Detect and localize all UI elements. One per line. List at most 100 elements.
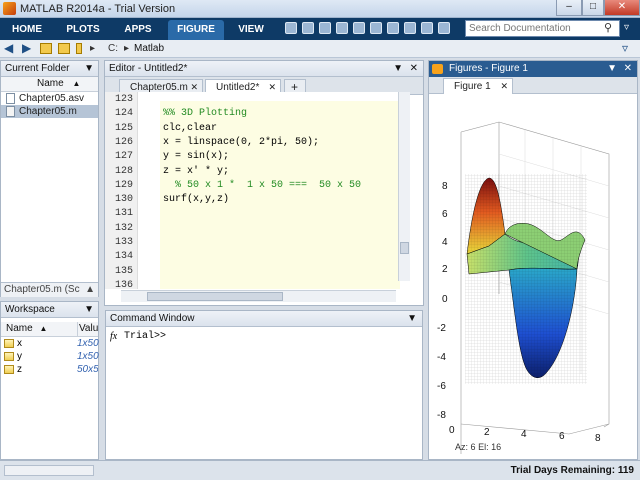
code-line[interactable]: z = x' * y;: [163, 166, 229, 177]
x-tick-label: 6: [559, 431, 565, 442]
panel-menu-icon[interactable]: ▼: [84, 302, 94, 317]
code-line[interactable]: x = linspace(0, 2*pi, 50);: [163, 137, 319, 148]
mfile-icon: [6, 106, 15, 117]
command-window-panel: Command Window ▼ fx Trial>>: [105, 310, 423, 460]
fx-icon[interactable]: fx: [110, 331, 117, 342]
z-tick-label: 2: [442, 264, 448, 275]
close-figure-icon[interactable]: ✕: [624, 61, 632, 76]
current-folder-header: Current Folder ▼: [1, 61, 98, 77]
tab-figure[interactable]: FIGURE: [168, 20, 224, 40]
address-bar: ◀ ▶ ▸ C: ▸ Matlab ▿: [0, 40, 640, 58]
back-arrow-icon[interactable]: ◀: [4, 42, 13, 55]
maximize-button[interactable]: □: [582, 0, 604, 16]
close-tab-icon[interactable]: ✕: [500, 79, 508, 94]
help-icon[interactable]: [438, 22, 450, 34]
line-number: 125: [114, 122, 133, 134]
line-number: 123: [114, 94, 133, 105]
expand-ribbon-icon[interactable]: ▿: [624, 22, 629, 33]
line-number: 127: [114, 151, 133, 163]
workspace-column-header[interactable]: Name ▲ Value: [1, 322, 98, 337]
variable-icon: [4, 352, 14, 361]
undo-icon[interactable]: [370, 22, 382, 34]
tab-figure1[interactable]: Figure 1 ✕: [443, 78, 513, 94]
close-editor-icon[interactable]: ✕: [410, 61, 418, 76]
x-tick-label: 2: [484, 427, 490, 438]
az-value: 6: [470, 442, 476, 452]
forward-arrow-icon[interactable]: ▶: [22, 42, 31, 55]
panel-menu-icon[interactable]: ▼: [393, 61, 403, 76]
name-column-header[interactable]: Name ▲: [1, 77, 98, 92]
tab-home[interactable]: HOME: [4, 20, 50, 40]
ribbon-tab-bar: HOME PLOTS APPS FIGURE VIEW Search Docum…: [0, 18, 640, 40]
line-number: 129: [114, 179, 133, 191]
browse-folder-icon[interactable]: [58, 43, 70, 54]
paste-icon[interactable]: [353, 22, 365, 34]
code-line[interactable]: %% 3D Plotting: [163, 108, 247, 119]
editor-vertical-scrollbar[interactable]: [398, 92, 410, 281]
up-folder-icon[interactable]: [40, 43, 52, 54]
minimize-button[interactable]: –: [556, 0, 582, 16]
tab-view[interactable]: VIEW: [228, 20, 274, 40]
close-window-button[interactable]: ✕: [604, 0, 640, 16]
path-drive[interactable]: C:: [108, 43, 118, 54]
code-line[interactable]: % 50 x 1 * 1 x 50 === 50 x 50: [163, 180, 361, 191]
details-text: Chapter05.m (Sc: [4, 284, 80, 295]
variable-name: y: [17, 351, 22, 362]
az-label: Az:: [455, 442, 469, 452]
cut-icon[interactable]: [319, 22, 331, 34]
title-bar: MATLAB R2014a - Trial Version – □ ✕: [0, 0, 640, 18]
quick-access-toolbar: [285, 22, 460, 38]
line-number: 128: [114, 165, 133, 177]
table-row[interactable]: y 1x50: [1, 350, 99, 363]
redo-icon[interactable]: [387, 22, 399, 34]
save-icon[interactable]: [302, 22, 314, 34]
layout-icon[interactable]: [421, 22, 433, 34]
sort-ascending-icon: ▲: [72, 79, 81, 88]
code-line[interactable]: y = sin(x);: [163, 151, 229, 162]
name-column-label: Name: [6, 323, 33, 334]
code-line[interactable]: clc,clear: [163, 123, 217, 134]
search-input[interactable]: Search Documentation: [465, 20, 620, 37]
workspace-title: Workspace: [5, 304, 55, 315]
editor-horizontal-scrollbar[interactable]: [121, 290, 396, 302]
command-prompt[interactable]: Trial>>: [124, 331, 166, 342]
tab-plots[interactable]: PLOTS: [58, 20, 108, 40]
command-window-header: Command Window ▼: [106, 311, 422, 327]
line-number: 133: [114, 237, 133, 248]
scroll-thumb[interactable]: [400, 242, 409, 254]
details-bar[interactable]: Chapter05.m (Sc ▲: [1, 282, 98, 297]
panel-menu-icon[interactable]: ▼: [407, 311, 417, 326]
line-number: 136: [114, 279, 133, 289]
scroll-thumb[interactable]: [147, 292, 283, 301]
line-number: 124: [114, 108, 133, 120]
switch-windows-icon[interactable]: [404, 22, 416, 34]
z-tick-label: 4: [442, 237, 448, 248]
panel-menu-icon[interactable]: ▼: [607, 61, 617, 76]
expand-details-icon[interactable]: ▲: [85, 283, 95, 297]
tab-apps[interactable]: APPS: [114, 20, 162, 40]
dropdown-icon[interactable]: ▿: [622, 41, 628, 55]
code-area[interactable]: 123 124 %% 3D Plotting 125 clc,clear 126 x = l…: [105, 92, 410, 289]
path-folder[interactable]: Matlab: [134, 43, 164, 54]
el-value: 16: [491, 442, 502, 452]
surface-mesh: [465, 174, 587, 384]
z-tick-label: -8: [437, 410, 446, 421]
list-item[interactable]: Chapter05.m: [1, 105, 98, 118]
table-row[interactable]: x 1x50: [1, 337, 99, 350]
line-number: 132: [114, 222, 133, 234]
copy-icon[interactable]: [336, 22, 348, 34]
code-line[interactable]: surf(x,y,z): [163, 194, 229, 205]
line-number: 131: [114, 208, 133, 220]
folder-icon: [76, 43, 82, 54]
panel-menu-icon[interactable]: ▼: [84, 61, 94, 76]
value-column-label: Value: [77, 322, 98, 336]
current-folder-title: Current Folder: [5, 63, 70, 74]
surface-plot[interactable]: [429, 94, 637, 454]
variable-name: x: [17, 338, 22, 349]
window-title: MATLAB R2014a - Trial Version: [20, 3, 176, 15]
table-row[interactable]: z 50x50: [1, 363, 98, 376]
line-number: 135: [114, 265, 133, 277]
open-icon[interactable]: [285, 22, 297, 34]
list-item[interactable]: Chapter05.asv: [1, 92, 98, 105]
search-icon[interactable]: ⚲: [604, 21, 612, 34]
